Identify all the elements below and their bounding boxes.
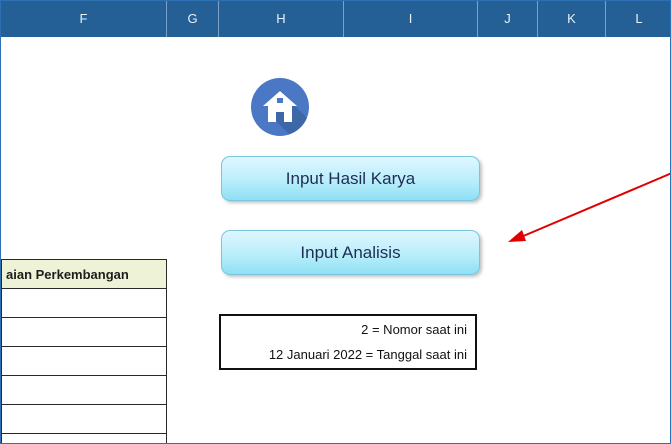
column-header-g[interactable]: G bbox=[167, 1, 219, 37]
input-analisis-button[interactable]: Input Analisis bbox=[221, 230, 480, 275]
info-box[interactable]: 2 = Nomor saat ini 12 Januari 2022 = Tan… bbox=[219, 314, 477, 370]
table-header-cell[interactable]: aian Perkembangan bbox=[1, 259, 167, 289]
home-icon[interactable] bbox=[249, 76, 311, 138]
input-hasil-karya-button[interactable]: Input Hasil Karya bbox=[221, 156, 480, 201]
column-header-bar: F G H I J K L bbox=[1, 1, 670, 37]
column-header-j[interactable]: J bbox=[478, 1, 538, 37]
nomor-saat-ini-text: 2 = Nomor saat ini bbox=[361, 322, 467, 337]
table-cell[interactable] bbox=[1, 288, 167, 318]
column-header-k[interactable]: K bbox=[538, 1, 606, 37]
perkembangan-table: aian Perkembangan bbox=[1, 259, 167, 443]
table-cell[interactable] bbox=[1, 317, 167, 347]
tanggal-saat-ini-text: 12 Januari 2022 = Tanggal saat ini bbox=[268, 347, 467, 362]
column-header-l[interactable]: L bbox=[606, 1, 670, 37]
spreadsheet-window: F G H I J K L Input Hasil Karya Input An… bbox=[0, 0, 671, 444]
table-cell[interactable] bbox=[1, 346, 167, 376]
table-cell[interactable] bbox=[1, 433, 167, 443]
table-cell[interactable] bbox=[1, 404, 167, 434]
column-header-f[interactable]: F bbox=[1, 1, 167, 37]
column-header-h[interactable]: H bbox=[219, 1, 344, 37]
column-header-i[interactable]: I bbox=[344, 1, 478, 37]
table-cell[interactable] bbox=[1, 375, 167, 405]
